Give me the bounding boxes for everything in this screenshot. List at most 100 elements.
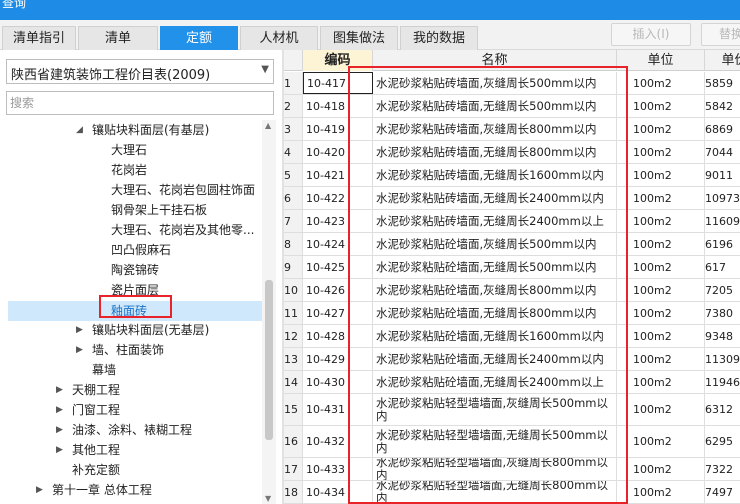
code-cell[interactable]: 10-425 — [303, 256, 373, 278]
search-box[interactable] — [6, 91, 274, 115]
table-row[interactable]: 14 10-430 水泥砂浆粘贴砼墙面,无缝周长2400mm以上 100m2 11946 — [284, 371, 740, 394]
code-cell[interactable]: 10-427 — [303, 302, 373, 324]
expand-icon[interactable]: ▶ — [56, 440, 68, 460]
expand-icon[interactable]: ▶ — [76, 340, 88, 360]
price-cell[interactable]: 6869 — [705, 118, 740, 140]
unit-cell[interactable]: 100m2 — [617, 348, 705, 370]
table-row[interactable]: 8 10-424 水泥砂浆粘贴砼墙面,灰缝周长500mm以内 100m2 6196 — [284, 233, 740, 256]
price-cell[interactable]: 11309 — [705, 348, 740, 370]
name-cell[interactable]: 水泥砂浆粘贴砖墙面,无缝周长800mm以内 — [373, 141, 617, 163]
code-cell[interactable]: 10-424 — [303, 233, 373, 255]
name-cell[interactable]: 水泥砂浆粘贴轻型墙墙面,灰缝周长500mm以内 — [373, 394, 617, 425]
unit-cell[interactable]: 100m2 — [617, 458, 705, 480]
code-cell[interactable]: 10-434 — [303, 481, 373, 503]
name-cell[interactable]: 水泥砂浆粘贴砼墙面,灰缝周长500mm以内 — [373, 233, 617, 255]
unit-cell[interactable]: 100m2 — [617, 325, 705, 347]
name-cell[interactable]: 水泥砂浆粘贴砼墙面,无缝周长2400mm以上 — [373, 371, 617, 393]
table-row[interactable]: 1 10-417 水泥砂浆粘贴砖墙面,灰缝周长500mm以内 100m2 5859 — [284, 72, 740, 95]
name-cell[interactable]: 水泥砂浆粘贴砖墙面,灰缝周长500mm以内 — [373, 72, 617, 94]
name-cell[interactable]: 水泥砂浆粘贴砼墙面,无缝周长500mm以内 — [373, 256, 617, 278]
unit-cell[interactable]: 100m2 — [617, 141, 705, 163]
code-column-header[interactable]: 编码 — [303, 50, 373, 71]
price-cell[interactable]: 6295 — [705, 426, 740, 457]
code-cell[interactable]: 10-422 — [303, 187, 373, 209]
code-cell[interactable]: 10-423 — [303, 210, 373, 232]
name-column-header[interactable]: 名称 — [373, 50, 617, 71]
price-cell[interactable]: 617 — [705, 256, 740, 278]
scrollbar-thumb[interactable] — [265, 280, 273, 440]
unit-cell[interactable]: 100m2 — [617, 187, 705, 209]
price-cell[interactable]: 11946 — [705, 371, 740, 393]
name-cell[interactable]: 水泥砂浆粘贴砼墙面,无缝周长800mm以内 — [373, 302, 617, 324]
price-cell[interactable]: 7497 — [705, 481, 740, 503]
unit-cell[interactable]: 100m2 — [617, 118, 705, 140]
code-cell[interactable]: 10-417 — [303, 72, 373, 94]
name-cell[interactable]: 水泥砂浆粘贴砖墙面,无缝周长500mm以内 — [373, 95, 617, 117]
replace-button[interactable]: 替换 — [701, 23, 740, 46]
unit-cell[interactable]: 100m2 — [617, 302, 705, 324]
price-cell[interactable]: 7322 — [705, 458, 740, 480]
library-select[interactable]: 陕西省建筑装饰工程价目表(2009) ▼ — [6, 59, 274, 84]
tab-list[interactable]: 清单 — [78, 26, 158, 50]
code-cell[interactable]: 10-431 — [303, 394, 373, 425]
table-row[interactable]: 5 10-421 水泥砂浆粘贴砖墙面,无缝周长1600mm以内 100m2 9011 — [284, 164, 740, 187]
scroll-down-icon[interactable]: ▼ — [265, 494, 271, 503]
code-cell[interactable]: 10-433 — [303, 458, 373, 480]
expand-icon[interactable]: ▶ — [56, 380, 68, 400]
name-cell[interactable]: 水泥砂浆粘贴砖墙面,灰缝周长800mm以内 — [373, 118, 617, 140]
unit-cell[interactable]: 100m2 — [617, 371, 705, 393]
table-row[interactable]: 12 10-428 水泥砂浆粘贴砼墙面,无缝周长1600mm以内 100m2 9348 — [284, 325, 740, 348]
expand-icon[interactable]: ▶ — [56, 420, 68, 440]
table-row[interactable]: 6 10-422 水泥砂浆粘贴砖墙面,无缝周长2400mm以内 100m2 10973 — [284, 187, 740, 210]
name-cell[interactable]: 水泥砂浆粘贴轻型墙墙面,无缝周长500mm以内 — [373, 426, 617, 457]
table-row[interactable]: 3 10-419 水泥砂浆粘贴砖墙面,灰缝周长800mm以内 100m2 6869 — [284, 118, 740, 141]
price-cell[interactable]: 9011 — [705, 164, 740, 186]
name-cell[interactable]: 水泥砂浆粘贴轻型墙墙面,灰缝周长800mm以内 — [373, 458, 617, 480]
collapse-icon[interactable]: ◢ — [76, 120, 88, 140]
name-cell[interactable]: 水泥砂浆粘贴砼墙面,无缝周长1600mm以内 — [373, 325, 617, 347]
price-cell[interactable]: 9348 — [705, 325, 740, 347]
unit-cell[interactable]: 100m2 — [617, 210, 705, 232]
price-cell[interactable]: 11609 — [705, 210, 740, 232]
expand-icon[interactable]: ▶ — [36, 480, 48, 500]
expand-icon[interactable]: ▶ — [56, 400, 68, 420]
unit-cell[interactable]: 100m2 — [617, 481, 705, 503]
price-cell[interactable]: 6312 — [705, 394, 740, 425]
price-cell[interactable]: 5842 — [705, 95, 740, 117]
price-cell[interactable]: 7205 — [705, 279, 740, 301]
unit-cell[interactable]: 100m2 — [617, 95, 705, 117]
code-cell[interactable]: 10-426 — [303, 279, 373, 301]
table-row[interactable]: 7 10-423 水泥砂浆粘贴砖墙面,无缝周长2400mm以上 100m2 11609 — [284, 210, 740, 233]
code-cell[interactable]: 10-432 — [303, 426, 373, 457]
code-cell[interactable]: 10-421 — [303, 164, 373, 186]
name-cell[interactable]: 水泥砂浆粘贴砖墙面,无缝周长2400mm以上 — [373, 210, 617, 232]
tab-my-data[interactable]: 我的数据 — [400, 26, 478, 50]
price-cell[interactable]: 6196 — [705, 233, 740, 255]
name-cell[interactable]: 水泥砂浆粘贴轻型墙墙面,无缝周长800mm以内 — [373, 481, 617, 503]
name-cell[interactable]: 水泥砂浆粘贴砖墙面,无缝周长1600mm以内 — [373, 164, 617, 186]
table-row[interactable]: 13 10-429 水泥砂浆粘贴砼墙面,无缝周长2400mm以内 100m2 11309 — [284, 348, 740, 371]
expand-icon[interactable]: ▶ — [76, 320, 88, 340]
table-row[interactable]: 15 10-431 水泥砂浆粘贴轻型墙墙面,灰缝周长500mm以内 100m2 6312 — [284, 394, 740, 426]
unit-cell[interactable]: 100m2 — [617, 72, 705, 94]
unit-cell[interactable]: 100m2 — [617, 426, 705, 457]
price-cell[interactable]: 10973 — [705, 187, 740, 209]
tab-list-guide[interactable]: 清单指引 — [2, 26, 76, 50]
price-cell[interactable]: 5859 — [705, 72, 740, 94]
unit-cell[interactable]: 100m2 — [617, 164, 705, 186]
table-row[interactable]: 9 10-425 水泥砂浆粘贴砼墙面,无缝周长500mm以内 100m2 617 — [284, 256, 740, 279]
table-row[interactable]: 4 10-420 水泥砂浆粘贴砖墙面,无缝周长800mm以内 100m2 7044 — [284, 141, 740, 164]
name-cell[interactable]: 水泥砂浆粘贴砼墙面,灰缝周长800mm以内 — [373, 279, 617, 301]
table-row[interactable]: 17 10-433 水泥砂浆粘贴轻型墙墙面,灰缝周长800mm以内 100m2 7322 — [284, 458, 740, 481]
table-row[interactable]: 10 10-426 水泥砂浆粘贴砼墙面,灰缝周长800mm以内 100m2 7205 — [284, 279, 740, 302]
tab-atlas-method[interactable]: 图集做法 — [320, 26, 398, 50]
table-row[interactable]: 18 10-434 水泥砂浆粘贴轻型墙墙面,无缝周长800mm以内 100m2 7497 — [284, 481, 740, 504]
table-row[interactable]: 2 10-418 水泥砂浆粘贴砖墙面,无缝周长500mm以内 100m2 5842 — [284, 95, 740, 118]
name-cell[interactable]: 水泥砂浆粘贴砼墙面,无缝周长2400mm以内 — [373, 348, 617, 370]
tab-quota[interactable]: 定额 — [160, 26, 238, 50]
scroll-up-icon[interactable]: ▲ — [265, 121, 271, 130]
tree-scrollbar[interactable]: ▲ ▼ — [262, 120, 276, 504]
insert-button[interactable]: 插入(I) — [611, 23, 691, 46]
name-cell[interactable]: 水泥砂浆粘贴砖墙面,无缝周长2400mm以内 — [373, 187, 617, 209]
unit-cell[interactable]: 100m2 — [617, 256, 705, 278]
